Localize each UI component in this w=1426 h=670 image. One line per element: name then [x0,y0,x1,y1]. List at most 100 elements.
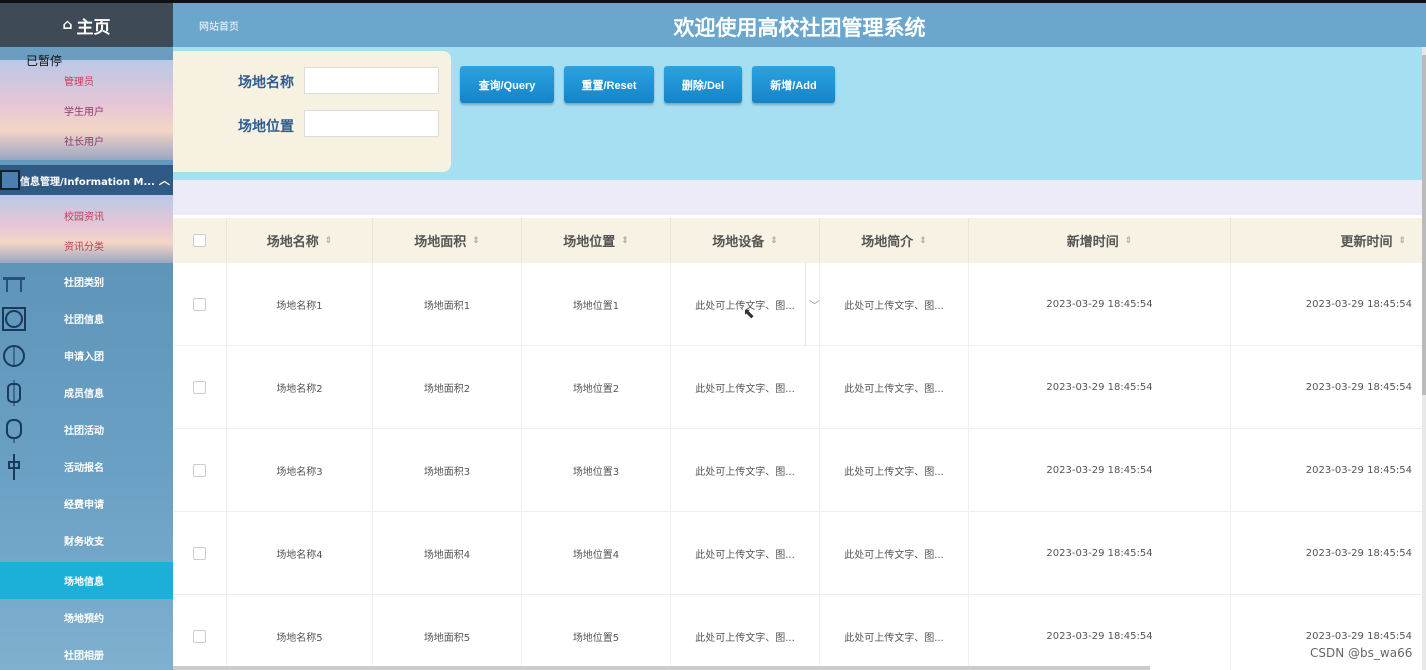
venue-table: 场地名称 ⇕ 场地面积 ⇕ 场地位置 ⇕ 场地设备 ⇕ 场地简介 ⇕ 新增时间 ⇕ 更新时间… [173,218,1422,670]
sidebar-item-club-category[interactable]: 社团类别 [0,263,173,300]
table-row[interactable]: 场地名称4 场地面积4 场地位置4 此处可上传文字、图... 此处可上传文字、图... 2… [173,512,1422,595]
table-cell: 此处可上传文字、图... [671,346,820,429]
sort-icon[interactable]: ⇕ [325,236,333,246]
folder-icon [0,170,20,190]
table-cell: 此处可上传文字、图... [820,429,969,512]
sidebar-item-label: 社团活动 [64,426,104,437]
add-button[interactable]: 新增/Add [752,66,835,103]
sidebar-item-finance[interactable]: 财务收支 [0,522,173,559]
venue-name-input[interactable] [304,67,439,94]
row-select-cell [173,263,227,346]
chevron-down-icon[interactable]: ﹀ [805,263,823,346]
column-header[interactable]: 场地面积 ⇕ [373,218,522,263]
sidebar: ⌂ 主页 管理员 学生用户 社长用户 信息管理/Information M...… [0,3,173,670]
row-checkbox[interactable] [193,547,206,560]
mouse-cursor-icon: ⬉ [743,306,755,322]
column-header[interactable]: 新增时间 ⇕ [969,218,1231,263]
sidebar-item-venue-info[interactable]: 场地信息 [0,562,173,599]
table-cell: 此处可上传文字、图... [671,263,820,346]
table-cell: 场地名称2 [227,346,373,429]
sort-icon[interactable]: ⇕ [1398,236,1406,246]
table-row[interactable]: 场地名称3 场地面积3 场地位置3 此处可上传文字、图... 此处可上传文字、图... 2… [173,429,1422,512]
home-icon: ⌂ [62,17,73,33]
column-header[interactable]: 更新时间 ⇕ [1231,218,1422,263]
table-cell: 场地面积3 [373,429,522,512]
sort-icon[interactable]: ⇕ [770,236,778,246]
table-cell: 此处可上传文字、图... [820,346,969,429]
sidebar-item-student[interactable]: 学生用户 [0,103,173,118]
sidebar-item-label: 申请入团 [64,352,104,363]
sidebar-item-activity-signup[interactable]: 活动报名 [0,448,173,485]
row-checkbox[interactable] [193,381,206,394]
table-cell: 2023-03-29 18:45:54 [969,429,1231,512]
sidebar-item-news[interactable]: 校园资讯 [0,208,173,223]
sidebar-item-admin[interactable]: 管理员 [0,73,173,88]
table-row[interactable]: 场地名称1 场地面积1 场地位置1 此处可上传文字、图... 此处可上传文字、图... 2… [173,263,1422,346]
table-cell: 场地位置1 [522,263,671,346]
table-cell: 2023-03-29 18:45:54 [1305,548,1412,559]
table-cell: 场地面积5 [373,595,522,670]
vertical-scroll-thumb[interactable] [1422,55,1426,395]
horizontal-scrollbar[interactable] [173,666,1150,670]
delete-button[interactable]: 删除/Del [664,66,742,103]
column-header[interactable]: 场地位置 ⇕ [522,218,671,263]
sidebar-item-venue-booking[interactable]: 场地预约 [0,599,173,636]
table-cell: 此处可上传文字、图... [671,512,820,595]
sort-icon[interactable]: ⇕ [621,236,629,246]
table-cell: 此处可上传文字、图... [820,512,969,595]
table-cell: 此处可上传文字、图... [820,263,969,346]
sort-icon[interactable]: ⇕ [919,236,927,246]
table-cell: 2023-03-29 18:45:54 [969,263,1231,346]
sidebar-item-label: 成员信息 [64,389,104,400]
table-cell: 场地名称5 [227,595,373,670]
sidebar-item-club-info[interactable]: 社团信息 [0,300,173,337]
toolbar-spacer [173,180,1422,215]
row-checkbox[interactable] [193,298,206,311]
venue-location-label: 场地位置 [238,119,294,135]
sidebar-home-label: 主页 [76,17,111,38]
column-header[interactable]: 场地简介 ⇕ [820,218,969,263]
reset-button[interactable]: 重置/Reset [564,66,654,103]
table-cell: 此处可上传文字、图... [671,595,820,670]
venue-location-input[interactable] [304,110,439,137]
sort-icon[interactable]: ⇕ [1125,236,1133,246]
sidebar-item-funding[interactable]: 经费申请 [0,485,173,522]
sidebar-item-news-category[interactable]: 资讯分类 [0,238,173,253]
table-cell: 2023-03-29 18:45:54 [969,512,1231,595]
table-row[interactable]: 场地名称2 场地面积2 场地位置2 此处可上传文字、图... 此处可上传文字、图... 2… [173,346,1422,429]
header: 网站首页 欢迎使用高校社团管理系统 [173,3,1426,47]
lantern-icon [6,419,22,443]
table-cell: 2023-03-29 18:45:54 [1305,299,1412,310]
sort-icon[interactable]: ⇕ [472,236,480,246]
table-cell: 此处可上传文字、图... [671,429,820,512]
query-button[interactable]: 查询/Query [460,66,554,103]
column-header[interactable]: 场地名称 ⇕ [227,218,373,263]
sidebar-item-label: 社团类别 [64,278,104,289]
chevron-up-icon: ︿ [158,174,170,187]
column-header[interactable]: 场地设备 ⇕ [671,218,820,263]
row-select-cell [173,512,227,595]
sidebar-item-apply-join[interactable]: 申请入团 [0,337,173,374]
sidebar-group-info[interactable]: 信息管理/Information M... ︿ [0,165,173,195]
table-cell: 场地面积4 [373,512,522,595]
row-select-cell [173,595,227,670]
venue-name-label: 场地名称 [238,75,294,91]
sidebar-item-president[interactable]: 社长用户 [0,133,173,148]
sidebar-item-club-album[interactable]: 社团相册 [0,636,173,670]
row-checkbox[interactable] [193,630,206,643]
table-row[interactable]: 场地名称5 场地面积5 场地位置5 此处可上传文字、图... 此处可上传文字、图... 2… [173,595,1422,670]
row-select-cell [173,346,227,429]
sidebar-item-club-activity[interactable]: 社团活动 [0,411,173,448]
table-cell: 2023-03-29 18:45:54 [1305,382,1412,393]
sidebar-item-label: 场地信息 [64,577,104,588]
gate-icon [3,277,25,292]
sidebar-item-label: 财务收支 [64,537,104,548]
sidebar-item-members[interactable]: 成员信息 [0,374,173,411]
select-all-cell [173,218,227,263]
select-all-checkbox[interactable] [193,234,206,247]
table-cell: 场地位置2 [522,346,671,429]
table-cell: 2023-03-29 18:45:54 [969,595,1231,670]
sidebar-home[interactable]: ⌂ 主页 [0,3,173,47]
sidebar-item-label: 社团相册 [64,651,104,662]
row-checkbox[interactable] [193,464,206,477]
